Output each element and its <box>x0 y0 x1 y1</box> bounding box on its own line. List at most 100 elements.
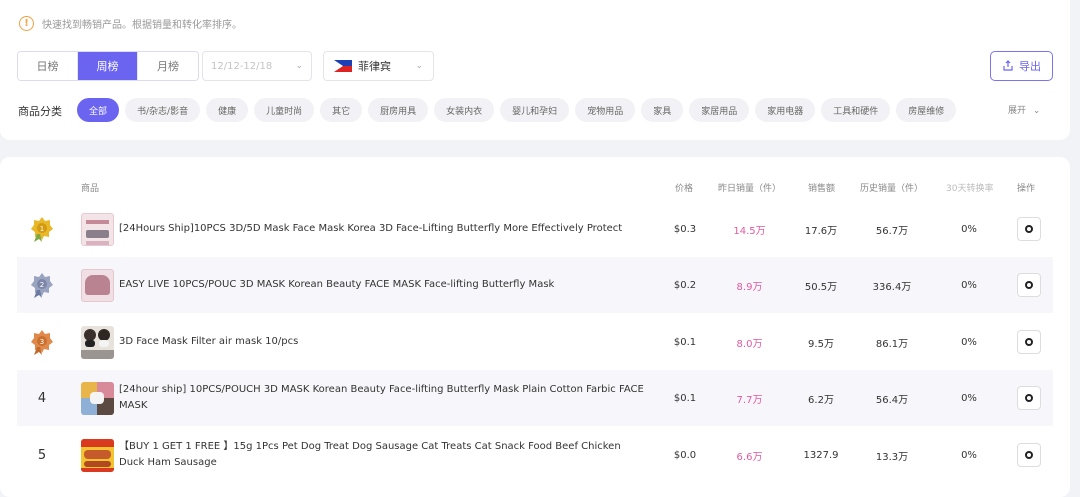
date-range-value: 12/12-12/18 <box>211 60 273 72</box>
yesterday-sales: 6.6万 <box>736 451 763 463</box>
header-product: 商品 <box>81 184 100 194</box>
circle-icon <box>1025 225 1033 233</box>
table-row[interactable]: 1 [24Hours Ship]10PCS 3D/5D Mask Face Ma… <box>17 201 1053 257</box>
svg-text:1: 1 <box>40 225 44 233</box>
header-action: 操作 <box>1017 184 1036 194</box>
revenue: 50.5万 <box>804 281 838 293</box>
product-name[interactable]: 3D Face Mask Filter air mask 10/pcs <box>119 334 649 350</box>
category-label: 商品分类 <box>18 105 62 118</box>
export-label: 导出 <box>1019 60 1041 73</box>
detail-button[interactable] <box>1017 330 1041 354</box>
product-name[interactable]: EASY LIVE 10PCS/POUC 3D MASK Korean Beau… <box>119 277 649 293</box>
conversion-rate: 0% <box>961 279 977 291</box>
price: $0.1 <box>673 392 697 404</box>
conversion-rate: 0% <box>961 449 977 461</box>
header-price: 价格 <box>675 184 694 194</box>
tab-weekly[interactable]: 周榜 <box>78 52 138 80</box>
price: $0.0 <box>673 449 697 461</box>
rank-number: 5 <box>37 447 47 463</box>
price: $0.3 <box>673 223 697 235</box>
revenue: 17.6万 <box>804 225 838 237</box>
revenue: 9.5万 <box>808 338 834 350</box>
tab-monthly[interactable]: 月榜 <box>138 52 198 80</box>
table-row[interactable]: 2 EASY LIVE 10PCS/POUC 3D MASK Korean Be… <box>17 257 1053 313</box>
hint-text: 快速找到畅销产品。根据销量和转化率排序。 <box>42 20 242 31</box>
category-chip[interactable]: 其它 <box>320 98 363 122</box>
history-sales: 13.3万 <box>875 451 909 463</box>
circle-icon <box>1025 281 1033 289</box>
bronze-medal-icon: 3 <box>31 330 53 355</box>
philippines-flag-icon <box>334 60 352 72</box>
category-chips: 全部 书/杂志/影音 健康 儿童时尚 其它 厨房用具 女装内衣 婴儿和孕妇 宠物… <box>77 98 962 122</box>
revenue: 1327.9 <box>803 449 839 461</box>
table-row[interactable]: 4 [24hour ship] 10PCS/POUCH 3D MASK Kore… <box>17 370 1053 426</box>
export-button[interactable]: 导出 <box>990 51 1053 81</box>
conversion-rate: 0% <box>961 336 977 348</box>
product-thumbnail <box>81 381 114 415</box>
history-sales: 56.7万 <box>875 225 909 237</box>
category-chip[interactable]: 健康 <box>206 98 249 122</box>
detail-button[interactable] <box>1017 273 1041 297</box>
detail-button[interactable] <box>1017 443 1041 467</box>
category-chip[interactable]: 书/杂志/影音 <box>125 98 201 122</box>
expand-button[interactable]: 展开 ⌄ <box>1008 103 1040 116</box>
country-label: 菲律宾 <box>358 60 391 73</box>
chevron-down-icon: ⌄ <box>295 61 303 71</box>
category-chip[interactable]: 宠物用品 <box>575 98 636 122</box>
price: $0.2 <box>673 279 697 291</box>
svg-text:3: 3 <box>40 338 44 346</box>
category-chip[interactable]: 家居用品 <box>689 98 750 122</box>
detail-button[interactable] <box>1017 217 1041 241</box>
period-tabs: 日榜 周榜 月榜 <box>17 51 199 81</box>
conversion-rate: 0% <box>961 392 977 404</box>
category-chip[interactable]: 家具 <box>641 98 684 122</box>
product-thumbnail <box>81 438 114 472</box>
gold-medal-icon: 1 <box>31 217 53 242</box>
product-thumbnail <box>81 268 114 302</box>
price: $0.1 <box>673 336 697 348</box>
silver-medal-icon: 2 <box>31 273 53 298</box>
product-name[interactable]: [24hour ship] 10PCS/POUCH 3D MASK Korean… <box>119 382 649 414</box>
product-thumbnail <box>81 212 114 246</box>
expand-label: 展开 <box>1008 106 1027 116</box>
tab-daily[interactable]: 日榜 <box>18 52 78 80</box>
category-chip[interactable]: 厨房用具 <box>368 98 429 122</box>
history-sales: 86.1万 <box>875 338 909 350</box>
product-name[interactable]: 【BUY 1 GET 1 FREE 】15g 1Pcs Pet Dog Trea… <box>119 439 649 471</box>
product-name[interactable]: [24Hours Ship]10PCS 3D/5D Mask Face Mask… <box>119 221 649 237</box>
circle-icon <box>1025 451 1033 459</box>
category-chip[interactable]: 全部 <box>77 98 120 122</box>
yesterday-sales: 14.5万 <box>733 225 766 237</box>
rank-number: 4 <box>37 390 47 406</box>
date-range-select[interactable]: 12/12-12/18 ⌄ <box>202 51 312 81</box>
category-chip[interactable]: 家用电器 <box>755 98 816 122</box>
table-row[interactable]: 3 3D Face Mask Filter air mask 10/pcs $0… <box>17 314 1053 370</box>
category-chip[interactable]: 工具和硬件 <box>821 98 891 122</box>
svg-text:2: 2 <box>40 281 44 289</box>
product-thumbnail <box>81 325 114 359</box>
circle-icon <box>1025 338 1033 346</box>
table-row[interactable]: 5 【BUY 1 GET 1 FREE 】15g 1Pcs Pet Dog Tr… <box>17 427 1053 483</box>
export-icon <box>1003 60 1013 71</box>
history-sales: 336.4万 <box>872 281 912 293</box>
hint-bar: ! 快速找到畅销产品。根据销量和转化率排序。 <box>19 16 242 31</box>
chevron-down-icon: ⌄ <box>1032 106 1041 116</box>
category-chip[interactable]: 房屋维修 <box>896 98 957 122</box>
filter-panel: ! 快速找到畅销产品。根据销量和转化率排序。 日榜 周榜 月榜 12/12-12… <box>0 0 1070 140</box>
country-select[interactable]: 菲律宾 ⌄ <box>323 51 434 81</box>
exclamation-icon: ! <box>19 16 34 31</box>
history-sales: 56.4万 <box>875 394 909 406</box>
ranking-table: 商品 价格 昨日销量（件） 销售额 历史销量（件） 30天转换率 操作 1 [2… <box>0 157 1070 497</box>
header-yesterday-sales: 昨日销量（件） <box>718 184 782 194</box>
header-conversion: 30天转换率 <box>946 184 994 194</box>
yesterday-sales: 8.9万 <box>736 281 763 293</box>
category-chip[interactable]: 婴儿和孕妇 <box>500 98 570 122</box>
detail-button[interactable] <box>1017 386 1041 410</box>
revenue: 6.2万 <box>808 394 834 406</box>
category-chip[interactable]: 儿童时尚 <box>254 98 315 122</box>
category-chip[interactable]: 女装内衣 <box>434 98 495 122</box>
yesterday-sales: 8.0万 <box>736 338 763 350</box>
header-history-sales: 历史销量（件） <box>860 184 924 194</box>
conversion-rate: 0% <box>961 223 977 235</box>
header-revenue: 销售额 <box>808 184 836 194</box>
